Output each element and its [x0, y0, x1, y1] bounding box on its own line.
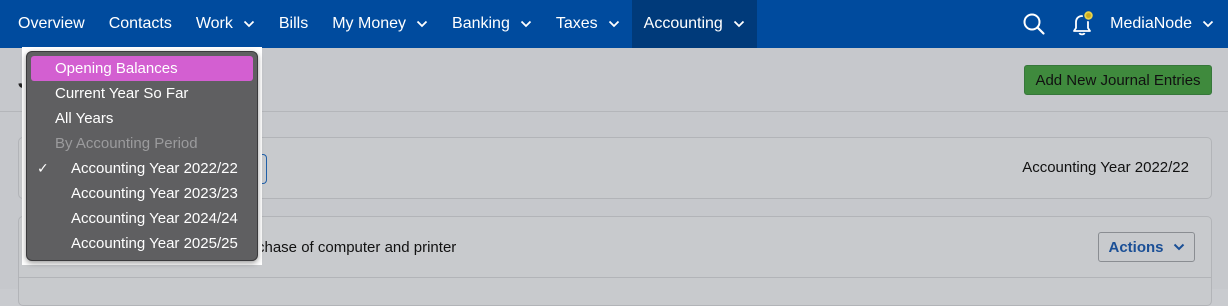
user-menu[interactable]: MediaNode — [1106, 0, 1228, 48]
chevron-down-icon — [520, 20, 531, 28]
actions-label: Actions — [1108, 238, 1164, 256]
actions-button[interactable]: Actions — [1098, 232, 1195, 262]
chevron-down-icon — [243, 20, 255, 28]
menu-item-year-2025[interactable]: Accounting Year 2025/25 — [31, 231, 253, 256]
menu-item-label: By Accounting Period — [55, 135, 198, 152]
nav-item-contacts[interactable]: Contacts — [97, 0, 184, 48]
checkmark-icon: ✓ — [37, 160, 49, 176]
chevron-down-icon — [1173, 243, 1184, 251]
menu-item-year-2022[interactable]: ✓ Accounting Year 2022/22 — [31, 156, 253, 181]
chevron-down-icon — [608, 20, 619, 28]
menu-item-label: Opening Balances — [55, 60, 178, 77]
nav-item-work[interactable]: Work — [184, 0, 267, 48]
menu-item-label: Accounting Year 2024/24 — [71, 210, 238, 227]
menu-item-opening-balances[interactable]: Opening Balances — [31, 56, 253, 81]
nav-item-my-money[interactable]: My Money — [320, 0, 440, 48]
chevron-down-icon — [733, 20, 744, 28]
nav-item-banking[interactable]: Banking — [440, 0, 544, 48]
menu-item-year-2024[interactable]: Accounting Year 2024/24 — [31, 206, 253, 231]
period-display: Accounting Year 2022/22 — [1022, 159, 1189, 176]
nav-item-label: Bills — [278, 15, 309, 32]
period-dropdown: Opening Balances Current Year So Far All… — [22, 47, 262, 265]
add-journal-entries-button[interactable]: Add New Journal Entries — [1024, 65, 1212, 95]
menu-item-label: Accounting Year 2025/25 — [71, 235, 238, 252]
nav-item-bills[interactable]: Bills — [267, 0, 320, 48]
menu-group-header: By Accounting Period — [31, 131, 253, 156]
divider — [19, 277, 1211, 278]
menu-item-label: Current Year So Far — [55, 85, 189, 102]
nav-item-label: Contacts — [108, 15, 172, 32]
menu-item-year-2023[interactable]: Accounting Year 2023/23 — [31, 181, 253, 206]
menu-item-label: All Years — [55, 110, 114, 127]
menu-item-label: Accounting Year 2022/22 — [71, 160, 238, 177]
menu-item-label: Accounting Year 2023/23 — [71, 185, 238, 202]
bell-icon — [1073, 9, 1095, 36]
nav-item-accounting[interactable]: Accounting — [631, 0, 757, 48]
chevron-down-icon — [1202, 20, 1214, 28]
nav-item-label: Banking — [452, 15, 510, 32]
chevron-down-icon — [416, 20, 428, 28]
menu-item-current-year[interactable]: Current Year So Far — [31, 81, 253, 106]
nav-item-overview[interactable]: Overview — [0, 0, 97, 48]
nav-item-label: Accounting — [643, 15, 723, 32]
notifications-button[interactable] — [1058, 0, 1106, 48]
user-name: MediaNode — [1110, 15, 1192, 32]
search-icon — [1023, 13, 1045, 35]
search-button[interactable] — [1010, 0, 1058, 48]
nav-item-label: Work — [195, 15, 233, 32]
period-menu: Opening Balances Current Year So Far All… — [26, 51, 258, 261]
menu-item-all-years[interactable]: All Years — [31, 106, 253, 131]
top-navigation: Overview Contacts Work Bills My Money Ba… — [0, 0, 1228, 48]
entry-description: chase of computer and printer — [257, 239, 457, 256]
nav-right-group: MediaNode — [1010, 0, 1228, 48]
nav-item-label: Taxes — [555, 15, 598, 32]
nav-item-label: My Money — [332, 15, 407, 32]
nav-item-label: Overview — [18, 15, 85, 32]
nav-item-taxes[interactable]: Taxes — [544, 0, 632, 48]
